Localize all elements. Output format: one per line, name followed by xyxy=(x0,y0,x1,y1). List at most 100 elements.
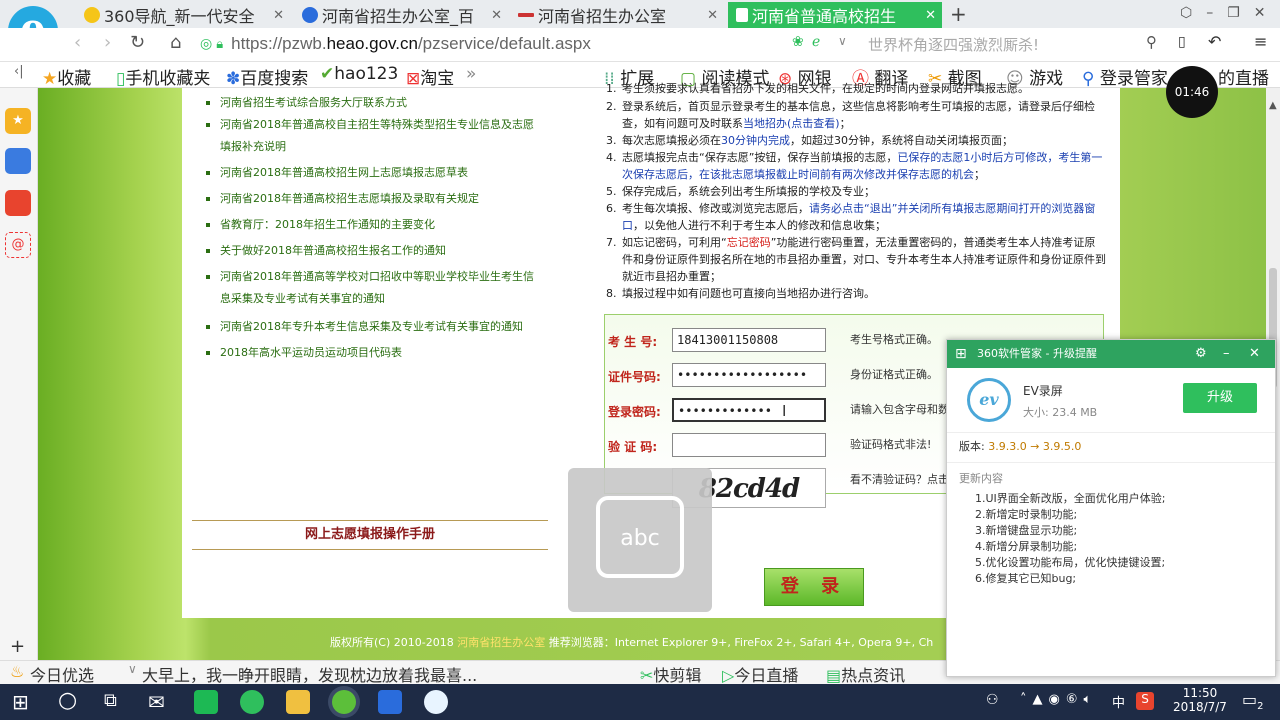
password-input[interactable]: ••••••••••••• xyxy=(672,398,826,422)
word-app-icon[interactable] xyxy=(378,690,402,714)
link-item[interactable]: 河南省2018年普通高校招生网上志愿填报志愿草表 xyxy=(204,162,534,184)
person-icon[interactable]: ⚇ xyxy=(986,692,999,708)
task-view-icon[interactable]: ⧉ xyxy=(104,690,117,711)
news-headline[interactable]: 大早上，我一睁开眼睛，发现枕边放着我最喜... xyxy=(142,662,522,686)
tab-heao[interactable]: 河南省招生办公室 ✕ xyxy=(510,2,724,28)
add-icon[interactable]: + xyxy=(10,636,25,657)
refresh-captcha-link[interactable]: 看不清验证码？点击 xyxy=(850,471,949,487)
link-item[interactable]: 河南省2018年普通高校招生志愿填报及录取有关规定 xyxy=(204,188,534,210)
manual-link[interactable]: 网上志愿填报操作手册 xyxy=(192,520,548,550)
chevron-down-icon[interactable]: ∨ xyxy=(838,34,847,48)
hot-news[interactable]: ▤热点资讯 xyxy=(826,662,905,686)
window-controls[interactable]: ⬡–❐✕ xyxy=(1180,5,1280,21)
clock[interactable]: 11:50 2018/7/7 xyxy=(1170,686,1230,714)
weibo-icon[interactable] xyxy=(5,190,31,216)
change-item: 2.新增定时录制功能; xyxy=(975,508,1078,521)
extension-icon[interactable]: ❀ xyxy=(792,34,804,50)
favorites-icon[interactable]: ★ xyxy=(5,108,31,134)
tab-bar: 360导航_新一代安全 ✕ 河南省招生办公室_百 ✕ 河南省招生办公室 ✕ 河南省普通… xyxy=(0,0,1280,28)
page-icon xyxy=(736,8,748,22)
bookmark-taobao[interactable]: ⊠淘宝 xyxy=(406,64,454,89)
lock-icon: 🔒︎ xyxy=(216,36,224,52)
menu-icon[interactable]: ≡ xyxy=(1254,32,1267,51)
play-icon: ▷ xyxy=(722,666,735,685)
new-tab-button[interactable]: + xyxy=(950,2,967,26)
wechat-icon[interactable] xyxy=(240,690,264,714)
bookmark-baidu[interactable]: ✽百度搜索 xyxy=(226,64,308,89)
id-number-label: 证件号码: xyxy=(608,370,661,384)
close-icon[interactable]: ✕ xyxy=(925,8,936,23)
minimize-icon[interactable]: – xyxy=(1223,340,1230,368)
tray-icons[interactable]: ˄▲◉⑥🔈︎ xyxy=(1020,692,1097,707)
version-info: 版本: 3.9.3.0 → 3.9.5.0 xyxy=(959,440,1082,453)
ime-indicator[interactable]: 中 xyxy=(1112,692,1125,711)
link-item[interactable]: 河南省招生考试综合服务大厅联系方式 xyxy=(204,92,534,114)
notification-icon[interactable]: ▭2 xyxy=(1242,690,1264,712)
sidebar-toggle-icon[interactable]: ‹| xyxy=(14,64,24,79)
search-input[interactable]: 世界杯角逐四强激烈厮杀! xyxy=(868,34,1039,55)
sogou-icon[interactable]: S xyxy=(1136,692,1154,710)
link-item[interactable]: 关于做好2018年普通高校招生报名工作的通知 xyxy=(204,240,534,262)
chevron-down-icon[interactable]: ∨ xyxy=(128,662,137,676)
link-item[interactable]: 2018年高水平运动员运动项目代码表 xyxy=(204,342,534,364)
forward-icon[interactable]: › xyxy=(104,32,111,53)
refresh-icon[interactable]: ↻ xyxy=(130,32,145,53)
captcha-hint: 验证码格式非法! xyxy=(850,438,932,451)
close-icon[interactable]: ✕ xyxy=(491,8,502,23)
link-item[interactable]: 省教育厅：2018年招生工作通知的主要变化 xyxy=(204,214,534,236)
forgot-password-link[interactable]: 忘记密码 xyxy=(727,236,771,249)
close-icon[interactable]: ✕ xyxy=(707,8,718,23)
home-icon[interactable]: ⌂ xyxy=(170,32,181,53)
back-icon[interactable]: ‹ xyxy=(74,32,81,53)
excel-app-icon[interactable] xyxy=(194,690,218,714)
search-circle-icon[interactable]: ○ xyxy=(58,688,77,713)
mail-icon[interactable]: @ xyxy=(5,232,31,258)
local-office-link[interactable]: 当地招办(点击查看) xyxy=(743,117,840,130)
bookmark-favorites[interactable]: ★收藏 xyxy=(42,64,91,89)
link-item[interactable]: 河南省2018年普通高等学校对口招收中等职业学校毕业生考生信息采集及专业考试有关… xyxy=(204,266,534,310)
grid-icon: ⊞ xyxy=(955,346,967,362)
url-text: https://pzwb.heao.gov.cn/pzservice/defau… xyxy=(231,34,591,53)
undo-icon[interactable]: ↶ xyxy=(1208,32,1221,51)
quick-edit[interactable]: ✂快剪辑 xyxy=(640,662,701,686)
app-name: EV录屏 xyxy=(1023,384,1063,398)
today-live[interactable]: ▷今日直播 xyxy=(722,662,798,686)
mail-icon[interactable]: ✉ xyxy=(148,690,165,714)
360-browser-icon[interactable] xyxy=(332,690,356,714)
captcha-input[interactable] xyxy=(672,433,826,457)
bookmark-hao123[interactable]: ✔hao123 xyxy=(320,64,398,84)
close-icon[interactable]: ✕ xyxy=(1249,340,1260,368)
popup-title: 360软件管家 - 升级提醒 xyxy=(977,347,1097,360)
scroll-up-icon[interactable]: ▲ xyxy=(1269,100,1277,111)
login-button[interactable]: 登 录 xyxy=(764,568,864,606)
windows-start-icon[interactable]: ⊞ xyxy=(12,690,29,714)
close-icon[interactable]: ✕ xyxy=(273,8,284,23)
today-picks[interactable]: 今日优选 xyxy=(30,662,94,686)
phone-icon[interactable]: ▯ xyxy=(1178,34,1186,50)
gear-icon[interactable]: ⚙ xyxy=(1195,340,1207,368)
exam-number-input[interactable]: 18413001150808 xyxy=(672,328,826,352)
tab-active-heao[interactable]: 河南省普通高校招生 ✕ xyxy=(728,2,942,28)
exam-number-hint: 考生号格式正确。 xyxy=(850,333,938,346)
taobao-icon: ⊠ xyxy=(406,69,421,89)
folder-icon[interactable] xyxy=(286,690,310,714)
tab-360nav[interactable]: 360导航_新一代安全 ✕ xyxy=(76,2,290,28)
id-number-hint: 身份证格式正确。 xyxy=(850,368,938,381)
change-item: 4.新增分屏录制功能; xyxy=(975,540,1078,553)
link-item[interactable]: 河南省2018年普通高校自主招生等特殊类型招生专业信息及志愿填报补充说明 xyxy=(204,114,534,158)
id-number-input[interactable]: •••••••••••••••••• xyxy=(672,363,826,387)
ext-live[interactable]: 的直播 xyxy=(1218,64,1269,89)
bookmark-mobile[interactable]: ▯手机收藏夹 xyxy=(116,64,210,89)
org-link[interactable]: 河南省招生办公室 xyxy=(457,636,545,649)
ie-icon[interactable]: ℯ xyxy=(812,34,820,50)
note-item: 7. 如忘记密码，可利用“忘记密码”功能进行密码重置，无法重置密码的，普通类考生本… xyxy=(606,236,1106,283)
upgrade-button[interactable]: 升级 xyxy=(1183,383,1257,413)
link-item[interactable]: 河南省2018年专升本考生信息采集及专业考试有关事宜的通知 xyxy=(204,316,534,338)
note-item: 3. 每次志愿填报必须在30分钟内完成，如超过30分钟，系统将自动关闭填报页面； xyxy=(606,134,1013,147)
ev-recorder-icon[interactable] xyxy=(424,690,448,714)
tab-heao-baidu[interactable]: 河南省招生办公室_百 ✕ xyxy=(294,2,508,28)
changes-label: 更新内容 xyxy=(959,472,1003,485)
bookmark-more[interactable]: » xyxy=(466,64,476,84)
search-icon[interactable]: ⚲ xyxy=(1146,33,1157,51)
news-icon[interactable] xyxy=(5,148,31,174)
